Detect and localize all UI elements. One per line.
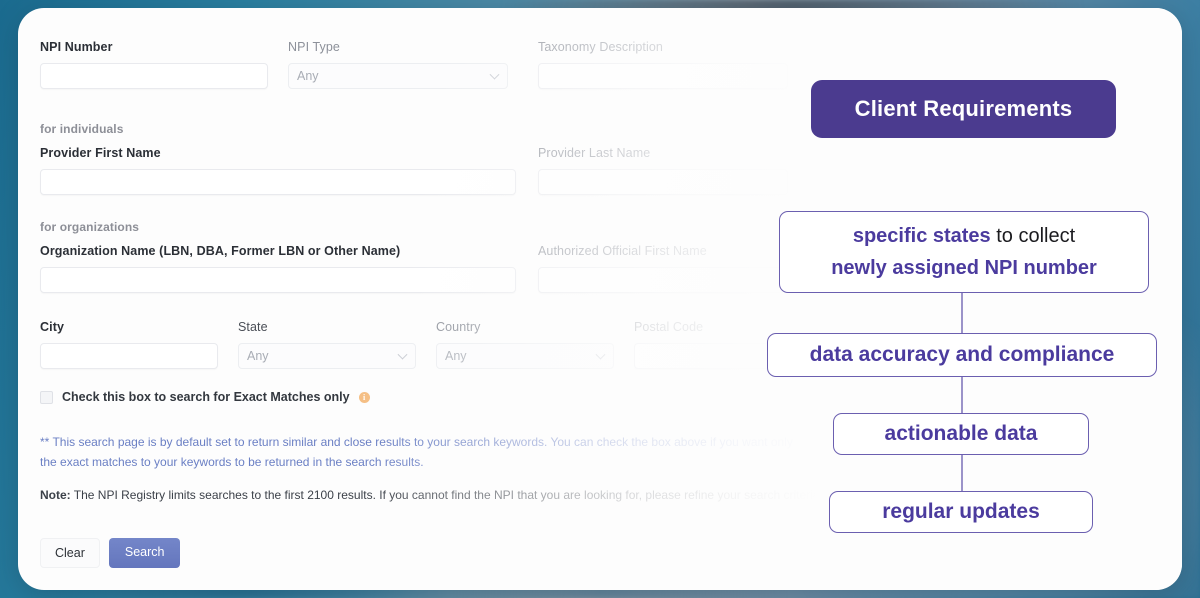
exact-match-checkbox[interactable] (40, 390, 53, 404)
form-actions: Clear Search (40, 538, 181, 568)
npi-search-form: NPI Number NPI Type Any Taxonomy Descrip… (40, 40, 840, 380)
registry-note-text: The NPI Registry limits searches to the … (70, 488, 823, 502)
taxonomy-description-label: Taxonomy Description (538, 40, 663, 54)
requirement-node-1: specific states to collect newly assigne… (779, 211, 1149, 293)
requirement-node-1-line2: newly assigned NPI number (831, 257, 1097, 279)
client-requirements-badge: Client Requirements (811, 80, 1116, 138)
provider-first-name-input[interactable] (40, 169, 516, 195)
search-button[interactable]: Search (108, 538, 181, 568)
provider-last-name-label: Provider Last Name (538, 146, 651, 160)
country-value: Any (445, 349, 467, 363)
organization-name-label: Organization Name (LBN, DBA, Former LBN … (40, 244, 401, 258)
connector-line (961, 293, 963, 333)
chevron-down-icon (489, 69, 500, 80)
requirement-node-3: actionable data (833, 413, 1089, 455)
search-disclaimer: ** This search page is by default set to… (40, 435, 793, 469)
authorized-official-first-name-label: Authorized Official First Name (538, 244, 707, 258)
exact-match-label: Check this box to search for Exact Match… (62, 390, 350, 404)
clear-button[interactable]: Clear (40, 538, 100, 568)
registry-note: Note: The NPI Registry limits searches t… (40, 486, 830, 504)
npi-number-input[interactable] (40, 63, 268, 89)
exact-match-row[interactable]: Check this box to search for Exact Match… (40, 390, 370, 404)
country-select[interactable]: Any (436, 343, 614, 369)
requirement-node-2: data accuracy and compliance (767, 333, 1157, 377)
chevron-down-icon (595, 349, 606, 360)
organization-name-input[interactable] (40, 267, 516, 293)
npi-type-label: NPI Type (288, 40, 340, 54)
npi-number-label: NPI Number (40, 40, 113, 54)
requirement-node-4: regular updates (829, 491, 1093, 533)
city-label: City (40, 320, 65, 334)
npi-search-card: NPI Number NPI Type Any Taxonomy Descrip… (18, 8, 1182, 590)
state-label: State (238, 320, 268, 334)
info-icon[interactable] (358, 391, 370, 403)
taxonomy-description-input[interactable] (538, 63, 788, 89)
requirement-node-1-strong: specific states (852, 225, 991, 247)
connector-line (961, 377, 963, 413)
chevron-down-icon (397, 349, 408, 360)
provider-first-name-label: Provider First Name (40, 146, 161, 160)
country-label: Country (436, 320, 481, 334)
registry-note-prefix: Note: (40, 488, 71, 502)
section-for-individuals: for individuals (40, 122, 124, 136)
requirement-node-1-plain: to collect (990, 225, 1076, 247)
npi-type-select[interactable]: Any (288, 63, 508, 89)
state-value: Any (247, 349, 269, 363)
city-input[interactable] (40, 343, 218, 369)
npi-type-value: Any (297, 69, 319, 83)
provider-last-name-input[interactable] (538, 169, 788, 195)
section-for-organizations: for organizations (40, 220, 140, 234)
state-select[interactable]: Any (238, 343, 416, 369)
connector-line (961, 455, 963, 491)
postal-code-label: Postal Code (634, 320, 704, 334)
requirement-node-1-line1: specific states to collect (853, 220, 1075, 252)
authorized-official-first-name-input[interactable] (538, 267, 788, 293)
